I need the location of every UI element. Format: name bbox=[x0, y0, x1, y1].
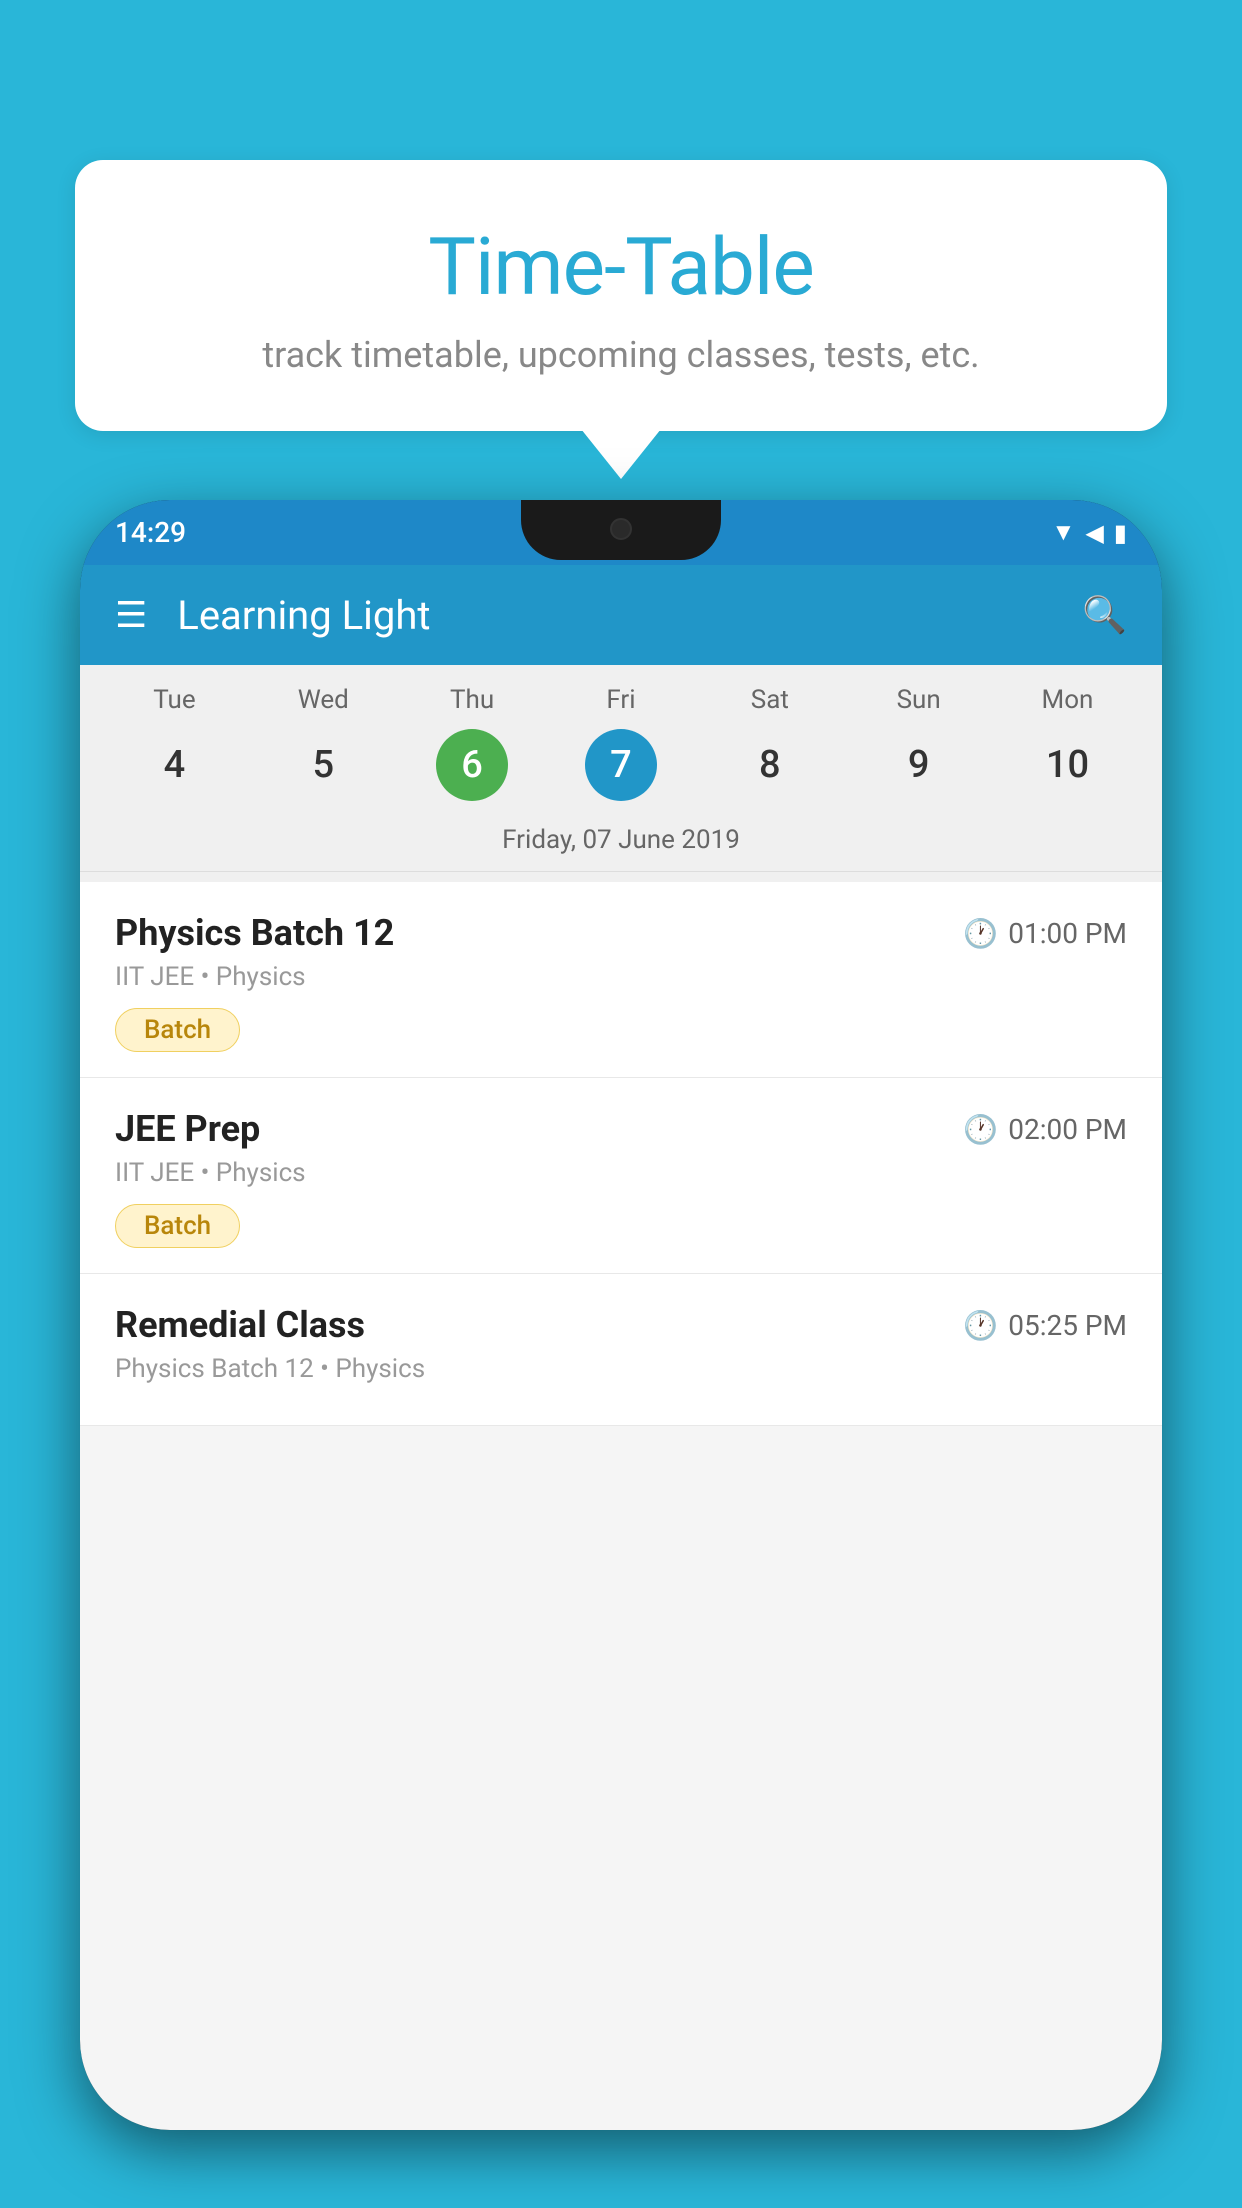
wifi-icon: ▼ bbox=[1052, 518, 1076, 547]
day-col-mon[interactable]: Mon 10 bbox=[1002, 685, 1132, 801]
search-icon[interactable]: 🔍 bbox=[1082, 594, 1127, 636]
schedule-subtitle: Physics Batch 12 • Physics bbox=[115, 1354, 1127, 1384]
phone-frame: 14:29 ▼ ◀ ▮ ☰ Learning Light 🔍 Tue4Wed5T… bbox=[80, 500, 1162, 2130]
day-col-fri[interactable]: Fri 7 bbox=[556, 685, 686, 801]
selected-date: Friday, 07 June 2019 bbox=[80, 813, 1162, 872]
batch-tag: Batch bbox=[115, 1008, 240, 1052]
status-time: 14:29 bbox=[115, 516, 186, 549]
day-number[interactable]: 5 bbox=[287, 729, 359, 801]
day-name: Tue bbox=[153, 685, 195, 715]
phone-screen: Tue 4 Wed 5 Thu 6 Fri 7 Sat 8 Sun 9 Mon 10 Friday, 07… bbox=[80, 665, 1162, 2130]
schedule-time: 🕐01:00 PM bbox=[963, 917, 1127, 950]
day-name: Mon bbox=[1042, 685, 1094, 715]
day-number[interactable]: 9 bbox=[883, 729, 955, 801]
menu-icon[interactable]: ☰ bbox=[115, 594, 147, 636]
day-number[interactable]: 7 bbox=[585, 729, 657, 801]
schedule-item-header: JEE Prep 🕐02:00 PM bbox=[115, 1108, 1127, 1150]
schedule-title: Physics Batch 12 bbox=[115, 912, 394, 954]
day-col-wed[interactable]: Wed 5 bbox=[258, 685, 388, 801]
signal-icon: ◀ bbox=[1085, 519, 1103, 547]
clock-icon: 🕐 bbox=[963, 917, 998, 950]
day-name: Sat bbox=[751, 685, 789, 715]
day-col-sat[interactable]: Sat 8 bbox=[705, 685, 835, 801]
day-name: Thu bbox=[450, 685, 494, 715]
calendar-strip: Tue 4 Wed 5 Thu 6 Fri 7 Sat 8 Sun 9 Mon 10 Friday, 07… bbox=[80, 665, 1162, 882]
day-col-thu[interactable]: Thu 6 bbox=[407, 685, 537, 801]
day-col-tue[interactable]: Tue 4 bbox=[109, 685, 239, 801]
schedule-item[interactable]: JEE Prep 🕐02:00 PM IIT JEE • Physics Batch bbox=[80, 1078, 1162, 1274]
day-number[interactable]: 8 bbox=[734, 729, 806, 801]
schedule-item[interactable]: Physics Batch 12 🕐01:00 PM IIT JEE • Physi… bbox=[80, 882, 1162, 1078]
battery-icon: ▮ bbox=[1114, 519, 1127, 547]
phone-container: 14:29 ▼ ◀ ▮ ☰ Learning Light 🔍 Tue4Wed5T… bbox=[80, 500, 1162, 2208]
day-number[interactable]: 4 bbox=[138, 729, 210, 801]
day-col-sun[interactable]: Sun 9 bbox=[854, 685, 984, 801]
schedule-subtitle: IIT JEE • Physics bbox=[115, 1158, 1127, 1188]
schedule-title: Remedial Class bbox=[115, 1304, 365, 1346]
day-number[interactable]: 10 bbox=[1031, 729, 1103, 801]
schedule-item[interactable]: Remedial Class 🕐05:25 PM Physics Batch 12 … bbox=[80, 1274, 1162, 1426]
days-row: Tue 4 Wed 5 Thu 6 Fri 7 Sat 8 Sun 9 Mon 10 bbox=[80, 685, 1162, 801]
day-name: Sun bbox=[897, 685, 941, 715]
schedule-time: 🕐05:25 PM bbox=[963, 1309, 1127, 1342]
batch-tag: Batch bbox=[115, 1204, 240, 1248]
schedule-item-header: Physics Batch 12 🕐01:00 PM bbox=[115, 912, 1127, 954]
bubble-subtitle: track timetable, upcoming classes, tests… bbox=[125, 334, 1117, 376]
app-bar: ☰ Learning Light 🔍 bbox=[80, 565, 1162, 665]
day-number[interactable]: 6 bbox=[436, 729, 508, 801]
phone-notch bbox=[521, 500, 721, 560]
schedule-subtitle: IIT JEE • Physics bbox=[115, 962, 1127, 992]
schedule-list: Physics Batch 12 🕐01:00 PM IIT JEE • Physi… bbox=[80, 882, 1162, 1426]
speech-bubble: Time-Table track timetable, upcoming cla… bbox=[75, 160, 1167, 431]
schedule-item-header: Remedial Class 🕐05:25 PM bbox=[115, 1304, 1127, 1346]
app-title: Learning Light bbox=[177, 592, 1082, 639]
bubble-title: Time-Table bbox=[125, 220, 1117, 314]
day-name: Wed bbox=[298, 685, 349, 715]
schedule-time: 🕐02:00 PM bbox=[963, 1113, 1127, 1146]
day-name: Fri bbox=[606, 685, 635, 715]
clock-icon: 🕐 bbox=[963, 1309, 998, 1342]
phone-camera bbox=[610, 518, 632, 540]
clock-icon: 🕐 bbox=[963, 1113, 998, 1146]
status-icons: ▼ ◀ ▮ bbox=[1052, 518, 1127, 547]
schedule-title: JEE Prep bbox=[115, 1108, 260, 1150]
